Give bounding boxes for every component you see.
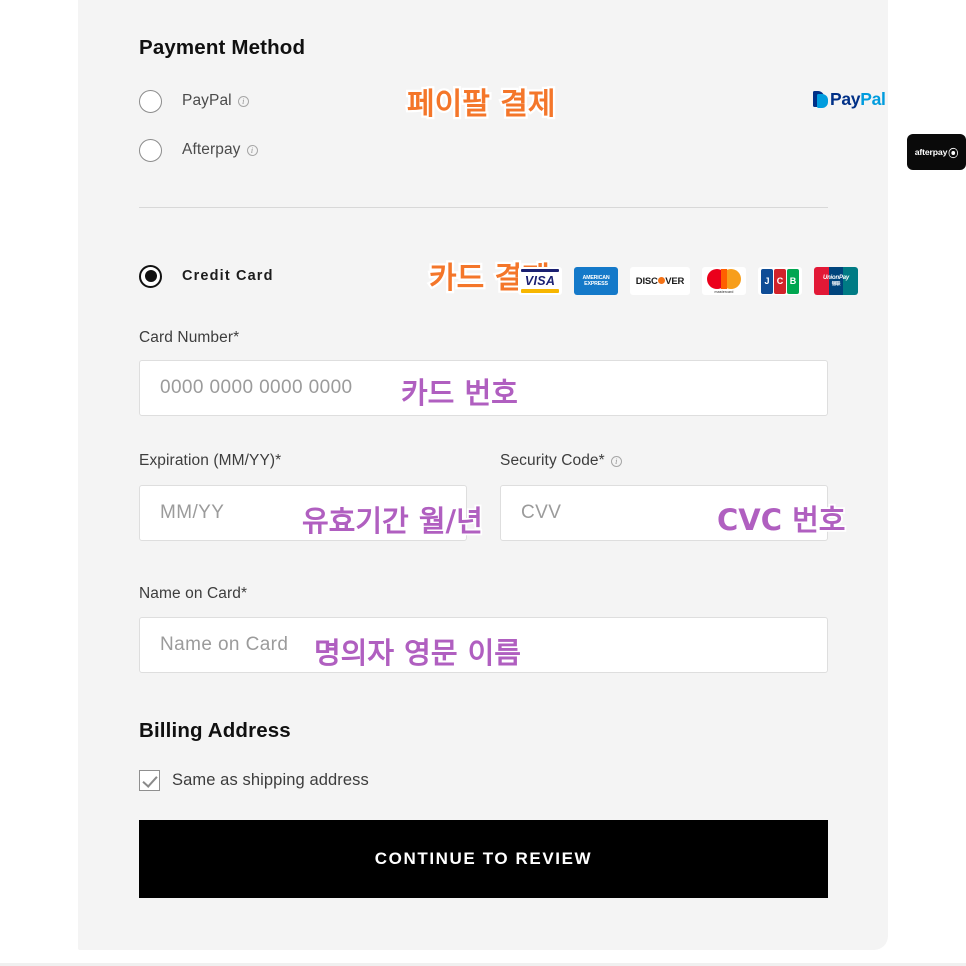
radio-paypal[interactable] — [139, 89, 162, 113]
afterpay-logo: afterpay ⦿ — [907, 134, 966, 170]
name-on-card-label: Name on Card* — [139, 585, 248, 602]
card-brand-logos: VISA AMERICAN EXPRESS DISC VER mastercard — [518, 267, 858, 295]
radio-credit-card[interactable] — [139, 264, 162, 288]
payment-option-paypal[interactable]: PayPal i — [139, 84, 828, 118]
visa-label: VISA — [524, 273, 556, 288]
section-divider — [139, 207, 828, 208]
billing-address-title: Billing Address — [139, 719, 291, 742]
unionpay-label: UnionPay 银联 — [822, 274, 850, 287]
jcb-letter-b: B — [787, 268, 799, 294]
paypal-logo-pay: Pay — [830, 88, 861, 109]
expiration-label: Expiration (MM/YY)* — [139, 452, 282, 469]
paypal-glyph-icon — [813, 90, 828, 108]
visa-icon: VISA — [518, 267, 562, 295]
paypal-logo-pal: Pal — [860, 88, 886, 109]
name-on-card-input[interactable] — [139, 617, 828, 673]
page-root: Payment Method PayPal i 페이팔 결제 Pay Pal A… — [0, 0, 966, 966]
jcb-letter-c: C — [774, 268, 786, 294]
security-code-input[interactable] — [500, 485, 828, 541]
afterpay-logo-text: afterpay — [914, 147, 948, 157]
expiration-input[interactable] — [139, 485, 467, 541]
discover-icon: DISC VER — [630, 267, 690, 295]
payment-option-afterpay-label: Afterpay — [182, 141, 241, 158]
card-number-label: Card Number* — [139, 329, 240, 346]
page-title: Payment Method — [139, 36, 306, 59]
payment-option-credit-card-label: Credit Card — [182, 268, 274, 284]
unionpay-icon: UnionPay 银联 — [814, 267, 858, 295]
payment-option-paypal-label: PayPal — [182, 92, 232, 109]
same-as-shipping-label: Same as shipping address — [172, 771, 369, 789]
same-as-shipping-row[interactable]: Same as shipping address — [139, 770, 369, 791]
jcb-icon: J C B — [758, 267, 802, 295]
same-as-shipping-checkbox[interactable] — [139, 770, 160, 791]
card-number-input[interactable] — [139, 360, 828, 416]
info-icon[interactable]: i — [246, 144, 258, 156]
security-code-label-text: Security Code* — [500, 452, 605, 469]
discover-label: DISC VER — [635, 275, 685, 287]
info-icon[interactable]: i — [610, 456, 622, 467]
security-code-label: Security Code* i — [500, 452, 622, 470]
payment-option-afterpay[interactable]: Afterpay i — [139, 133, 828, 167]
mastercard-icon: mastercard — [702, 267, 746, 295]
paypal-logo: Pay Pal — [813, 89, 890, 109]
amex-icon: AMERICAN EXPRESS — [574, 267, 618, 295]
continue-to-review-button[interactable]: CONTINUE TO REVIEW — [139, 820, 828, 898]
radio-afterpay[interactable] — [139, 138, 162, 162]
jcb-letter-j: J — [761, 268, 773, 294]
checkout-panel: Payment Method PayPal i 페이팔 결제 Pay Pal A… — [78, 0, 966, 950]
afterpay-mark-icon: ⦿ — [948, 148, 959, 160]
amex-label: AMERICAN EXPRESS — [582, 275, 610, 287]
mastercard-label: mastercard — [714, 289, 734, 294]
info-icon[interactable]: i — [237, 95, 249, 107]
